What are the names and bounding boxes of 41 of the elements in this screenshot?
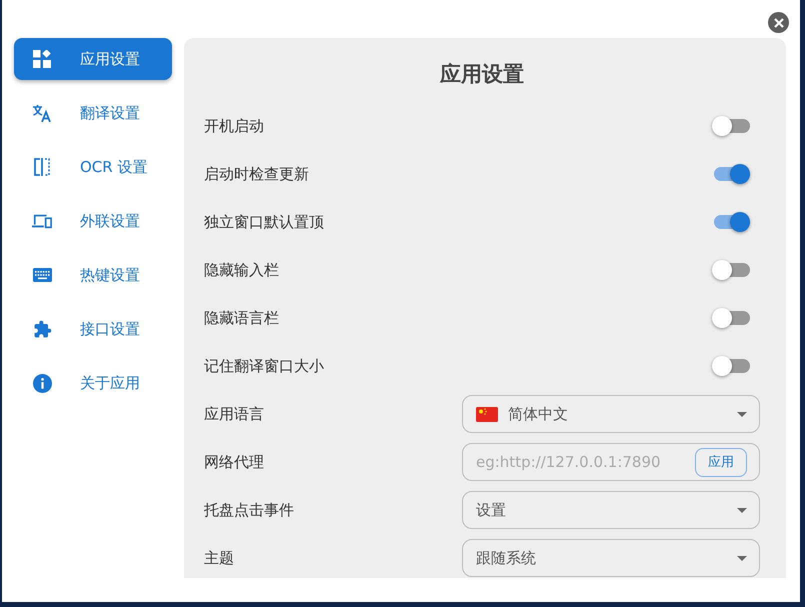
dropdown-select[interactable]: 设置	[462, 491, 760, 529]
apply-button[interactable]: 应用	[695, 448, 747, 476]
sidebar-item[interactable]: 关于应用	[14, 362, 172, 404]
setting-label: 启动时检查更新	[204, 164, 309, 184]
panel-title: 应用设置	[438, 61, 525, 88]
setting-label: 独立窗口默认置顶	[204, 212, 324, 232]
setting-label: 应用语言	[204, 404, 264, 424]
proxy-field[interactable]: eg:http://127.0.0.1:7890 应用	[462, 443, 760, 481]
dropdown-caret-icon	[737, 556, 747, 560]
sidebar-item[interactable]: 接口设置	[14, 308, 172, 350]
translate-icon	[32, 104, 52, 122]
sidebar-item[interactable]: 热键设置	[14, 254, 172, 296]
ocr-icon	[34, 158, 50, 176]
setting-label: 隐藏语言栏	[204, 308, 279, 328]
close-button[interactable]	[768, 12, 789, 33]
dashboard-icon	[33, 50, 51, 68]
keyboard-icon	[32, 268, 52, 282]
close-icon	[774, 18, 784, 28]
dropdown-select[interactable]: 简体中文	[462, 395, 760, 433]
setting-label: 隐藏输入栏	[204, 260, 279, 280]
devices-icon	[32, 213, 52, 229]
dropdown-select[interactable]: 跟随系统	[462, 539, 760, 577]
info-icon	[32, 374, 52, 392]
toggle-switch[interactable]	[714, 167, 750, 181]
toggle-switch[interactable]	[714, 359, 750, 373]
toggle-switch[interactable]	[714, 215, 750, 229]
sidebar-item[interactable]: OCR 设置	[14, 146, 172, 188]
dropdown-caret-icon	[737, 412, 747, 416]
toggle-switch[interactable]	[714, 263, 750, 277]
setting-label: 开机启动	[204, 116, 264, 136]
toggle-switch[interactable]	[714, 311, 750, 325]
sidebar-item[interactable]: 外联设置	[14, 200, 172, 242]
dropdown-caret-icon	[737, 508, 747, 512]
sidebar-item[interactable]: 翻译设置	[14, 92, 172, 134]
setting-label: 托盘点击事件	[204, 500, 294, 520]
puzzle-icon	[32, 320, 52, 338]
setting-label: 主题	[204, 548, 234, 568]
sidebar-item[interactable]: 应用设置	[14, 38, 172, 80]
setting-label: 网络代理	[204, 452, 264, 472]
toggle-switch[interactable]	[714, 119, 750, 133]
setting-label: 记住翻译窗口大小	[204, 356, 324, 376]
